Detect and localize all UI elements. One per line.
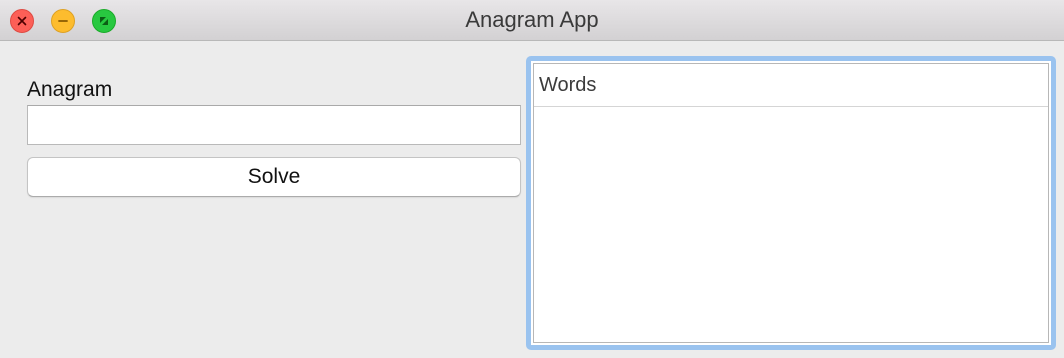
- words-column-header[interactable]: Words: [534, 64, 1048, 107]
- words-table[interactable]: Words: [533, 63, 1049, 343]
- anagram-label: Anagram: [27, 78, 113, 101]
- words-list[interactable]: [534, 107, 1048, 342]
- words-list-box[interactable]: Words: [526, 56, 1056, 350]
- anagram-input[interactable]: [27, 105, 521, 145]
- solve-button[interactable]: Solve: [27, 157, 521, 197]
- window-title: Anagram App: [465, 7, 599, 32]
- title-bar[interactable]: Anagram App: [0, 0, 1064, 41]
